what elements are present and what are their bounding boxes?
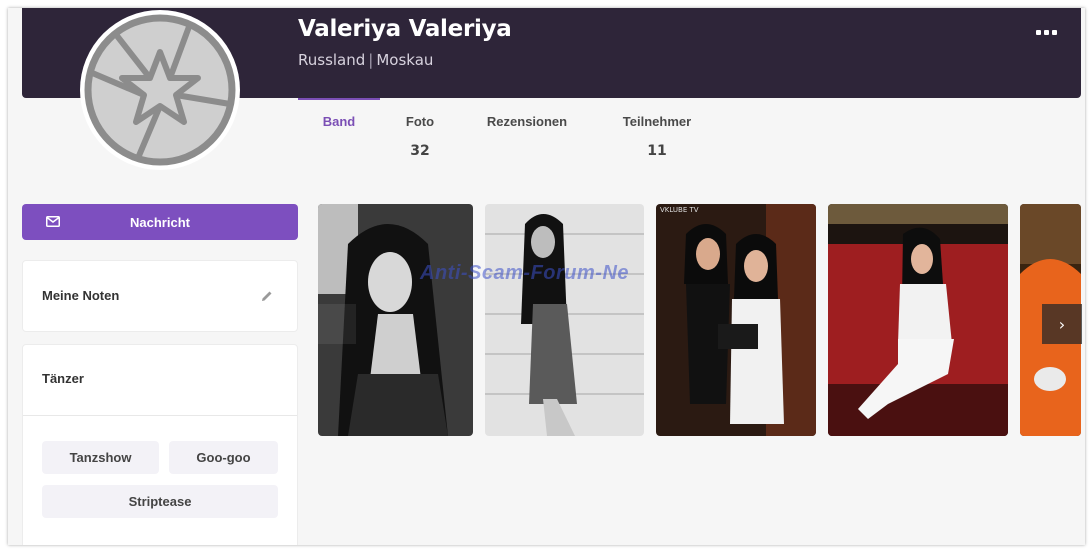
profile-city: Moskau (376, 51, 434, 69)
gallery-photo[interactable] (828, 204, 1008, 436)
tab-count: 11 (647, 143, 667, 159)
dancer-title: Tänzer (42, 371, 84, 386)
profile-page: Valeriya Valeriya Russland | Moskau Band F… (8, 8, 1085, 545)
more-dot-icon (1044, 30, 1049, 35)
tab-label: Teilnehmer (622, 114, 692, 129)
tab-band[interactable]: Band (298, 98, 380, 129)
tab-label: Foto (405, 114, 435, 129)
divider (23, 415, 297, 416)
profile-country: Russland (298, 51, 366, 69)
dancer-card: Tänzer Tanzshow Goo-goo Striptease (22, 344, 298, 545)
star-avatar-icon (84, 14, 236, 166)
mail-icon (46, 216, 60, 227)
more-dot-icon (1052, 30, 1057, 35)
gallery-photo[interactable]: VKLUBE TV (656, 204, 816, 436)
tab-label: Rezensionen (486, 114, 568, 129)
more-options-button[interactable] (1036, 30, 1057, 35)
avatar[interactable] (80, 10, 240, 170)
notes-title: Meine Noten (42, 288, 120, 303)
gallery-next-button[interactable]: › (1042, 304, 1082, 344)
tab-count: 32 (410, 143, 430, 159)
tab-teilnehmer[interactable]: Teilnehmer 11 (612, 98, 702, 159)
profile-name: Valeriya Valeriya (298, 16, 512, 42)
message-button-label: Nachricht (130, 214, 190, 230)
photo-gallery: VKLUBE TV (318, 204, 1085, 436)
tab-rezensionen[interactable]: Rezensionen (478, 98, 576, 129)
profile-location: Russland | Moskau (298, 51, 433, 69)
tag-tanzshow[interactable]: Tanzshow (42, 441, 159, 474)
location-separator: | (368, 51, 374, 69)
message-button[interactable]: Nachricht (22, 204, 298, 240)
tag-striptease[interactable]: Striptease (42, 485, 278, 518)
chevron-right-icon: › (1058, 314, 1066, 334)
tab-label: Band (322, 114, 356, 129)
gallery-prev-button[interactable] (318, 304, 356, 344)
watermark-text: Anti-Scam-Forum-Ne (420, 262, 630, 284)
tag-goo-goo[interactable]: Goo-goo (169, 441, 278, 474)
more-dot-icon (1036, 30, 1041, 35)
tab-foto[interactable]: Foto 32 (392, 98, 448, 159)
pencil-icon[interactable] (261, 290, 273, 302)
photo-overlay-text: VKLUBE TV (660, 206, 699, 214)
notes-card: Meine Noten (22, 260, 298, 332)
gallery-photo[interactable] (485, 204, 644, 436)
